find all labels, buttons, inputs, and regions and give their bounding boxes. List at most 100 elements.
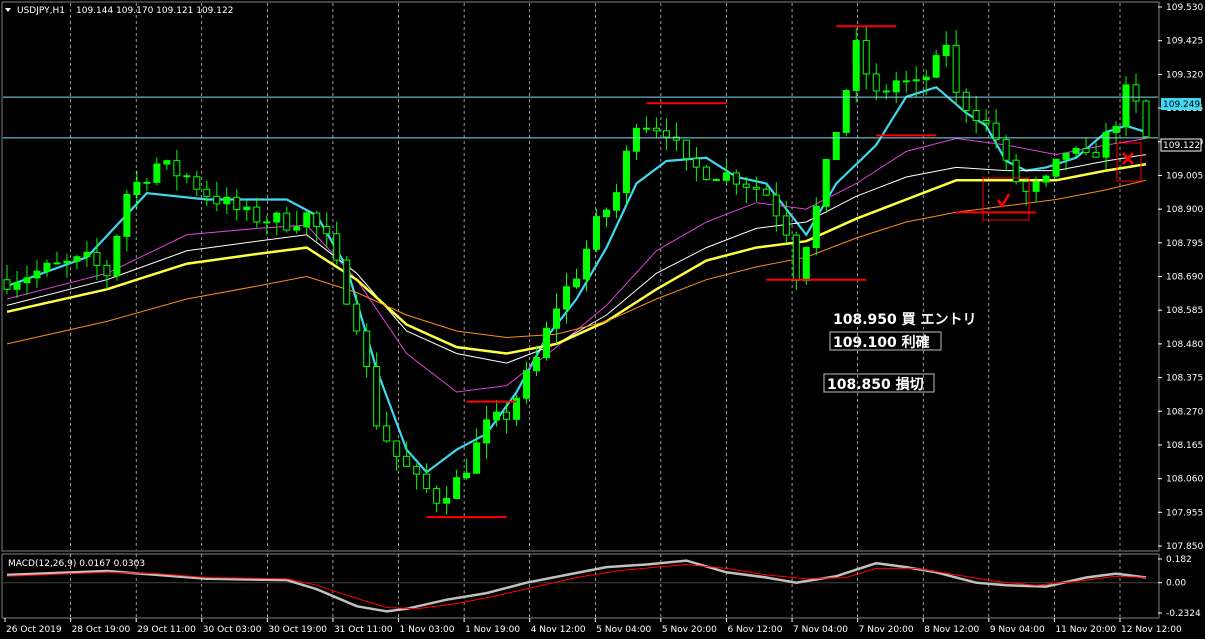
candle-body — [682, 139, 690, 160]
stop-loss-annotation: 108.850 損切 — [827, 376, 924, 393]
price-tick-label: 109.320 — [1166, 70, 1203, 80]
candle-body — [802, 247, 810, 282]
moving-average-line — [6, 154, 1147, 364]
price-tick-label: 108.375 — [1166, 374, 1203, 384]
candle-body — [1042, 175, 1050, 183]
candle-body — [732, 172, 740, 185]
candle-body — [1032, 181, 1040, 192]
candle-body — [812, 205, 820, 249]
price-axis: 109.530109.425109.320109.215109.110109.0… — [1158, 3, 1203, 619]
candle-body — [962, 91, 970, 111]
candle-body — [163, 160, 171, 165]
candles — [3, 26, 1150, 515]
candle-body — [1072, 148, 1080, 154]
moving-average-line — [6, 137, 1147, 393]
candle-body — [253, 206, 261, 223]
price-chart[interactable]: 109.530109.425109.320109.215109.110109.0… — [0, 0, 1205, 639]
candle-body — [203, 188, 211, 197]
candle-body — [772, 194, 780, 217]
candle-body — [463, 472, 471, 479]
candle-body — [543, 327, 551, 359]
candle-body — [63, 260, 71, 264]
candle-body — [473, 442, 481, 474]
support-resistance-lines[interactable] — [426, 25, 1037, 519]
candle-body — [912, 79, 920, 82]
candle-body — [413, 465, 421, 475]
candle-body — [443, 497, 451, 504]
candle-body — [662, 130, 670, 138]
chart-menu-triangle-icon[interactable] — [5, 8, 11, 12]
candle-body — [762, 188, 770, 196]
candle-body — [1082, 148, 1090, 153]
candle-body — [93, 251, 101, 266]
candle-body — [523, 370, 531, 399]
candle-body — [982, 119, 990, 124]
time-tick-label: 6 Nov 12:00 — [727, 625, 782, 635]
candle-body — [113, 235, 121, 277]
candle-body — [333, 233, 341, 261]
candle-body — [343, 259, 351, 305]
time-tick-label: 30 Oct 19:00 — [268, 625, 327, 635]
candle-body — [602, 209, 610, 218]
candle-body — [752, 186, 760, 190]
candle-body — [153, 163, 161, 183]
candle-body — [3, 279, 11, 290]
candle-body — [423, 473, 431, 490]
time-tick-label: 11 Nov 20:00 — [1055, 625, 1116, 635]
candle-body — [1132, 84, 1140, 102]
candle-body — [73, 256, 81, 262]
candle-body — [612, 192, 620, 211]
candle-body — [283, 212, 291, 231]
price-tick-label: 107.955 — [1166, 508, 1203, 518]
candle-body — [13, 282, 21, 290]
candle-body — [702, 166, 710, 181]
candle-body — [483, 419, 491, 444]
candle-body — [1092, 151, 1100, 158]
macd-tick-label: 0.00 — [1166, 579, 1186, 589]
candle-body — [902, 80, 910, 83]
price-tick-label: 109.425 — [1166, 37, 1203, 47]
candle-body — [53, 262, 61, 265]
candle-body — [533, 357, 541, 372]
time-tick-label: 29 Oct 11:00 — [137, 625, 196, 635]
candle-body — [493, 411, 501, 421]
candle-body — [792, 234, 800, 282]
take-profit-annotation: 109.100 利確 — [833, 334, 930, 351]
candle-body — [892, 80, 900, 93]
candle-body — [632, 127, 640, 152]
candle-body — [433, 488, 441, 504]
candle-body — [363, 330, 371, 368]
trade-rectangle-2[interactable] — [1116, 142, 1142, 182]
macd-signal-line — [6, 563, 1147, 610]
candle-body — [393, 440, 401, 457]
candle-body — [952, 44, 960, 93]
candle-body — [712, 179, 720, 182]
candle-body — [1022, 181, 1030, 192]
candle-body — [942, 44, 950, 57]
candle-body — [23, 277, 31, 284]
price-tick-label: 109.005 — [1166, 171, 1203, 181]
candle-body — [1052, 158, 1060, 177]
candle-body — [972, 109, 980, 121]
candle-body — [992, 122, 1000, 141]
candle-body — [123, 193, 131, 237]
candle-body — [642, 127, 650, 130]
horizontal-lines[interactable] — [3, 96, 1158, 139]
candle-body — [832, 131, 840, 161]
time-tick-label: 5 Nov 20:00 — [662, 625, 717, 635]
candle-body — [582, 248, 590, 280]
candle-body — [862, 40, 870, 75]
candle-body — [882, 90, 890, 93]
candle-body — [852, 40, 860, 91]
price-tick-label: 108.165 — [1166, 441, 1203, 451]
candle-body — [922, 76, 930, 81]
candle-body — [503, 411, 511, 420]
candle-body — [293, 226, 301, 231]
candle-body — [1142, 100, 1150, 138]
candle-body — [313, 212, 321, 228]
candle-body — [43, 262, 51, 272]
time-tick-label: 12 Nov 12:00 — [1121, 625, 1182, 635]
entry-annotation: 108.950 買 エントリ — [833, 312, 977, 328]
candle-body — [353, 303, 361, 332]
macd-main-line — [6, 559, 1147, 613]
